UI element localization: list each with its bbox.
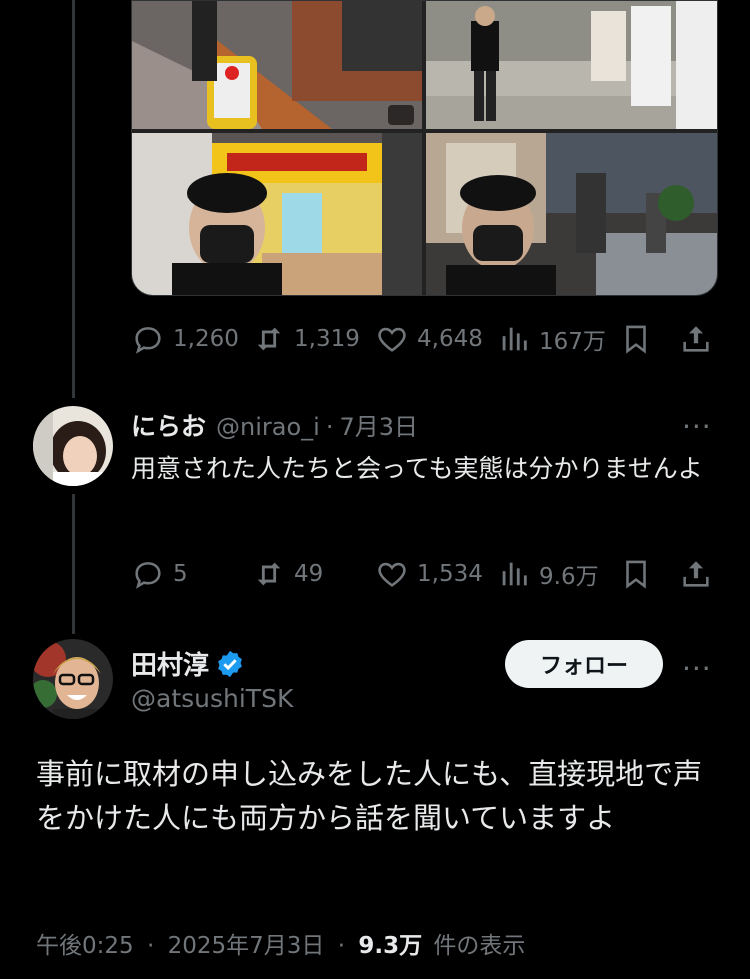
reply-button[interactable]: 5 (131, 557, 188, 591)
thread-line-top (72, 0, 75, 398)
post-date[interactable]: 7月3日 (339, 407, 418, 442)
bookmark-icon (626, 325, 646, 354)
like-button[interactable]: 4,648 (375, 322, 483, 356)
share-button[interactable] (679, 557, 713, 591)
reply-icon (135, 327, 161, 354)
views-icon (502, 562, 527, 586)
like-icon (378, 562, 406, 587)
reply-count: 5 (173, 561, 188, 587)
reply-text: 用意された人たちと会っても実態は分かりませんよ (131, 454, 703, 483)
avatar[interactable] (33, 639, 113, 719)
views-icon (502, 327, 527, 351)
media-photo-night[interactable] (426, 133, 717, 295)
post-time[interactable]: 午後0:25 (36, 933, 134, 959)
repost-icon (257, 327, 281, 351)
more-icon[interactable]: ··· (682, 410, 712, 443)
like-button[interactable]: 1,534 (375, 557, 483, 591)
like-count: 4,648 (417, 326, 483, 352)
post-text: 事前に取材の申し込みをした人にも、直接現地で声をかけた人にも両方から話を聞いてい… (36, 757, 703, 835)
reply-button[interactable]: 1,260 (131, 322, 239, 356)
share-button[interactable] (679, 322, 713, 356)
display-name[interactable]: 田村淳 (131, 645, 209, 682)
repost-button[interactable]: 49 (252, 557, 323, 591)
separator: · (337, 933, 346, 959)
reply-header: にらお @nirao_i · 7月3日 (131, 407, 418, 443)
views-count: 167万 (539, 329, 606, 355)
separator: · (146, 933, 155, 959)
separator: · (325, 413, 334, 441)
views-label: 件の表示 (433, 933, 526, 959)
like-count: 1,534 (417, 561, 483, 587)
share-icon (683, 326, 709, 352)
bookmark-button[interactable] (619, 322, 653, 356)
thread-line-middle (72, 494, 75, 634)
views-count: 9.6万 (539, 564, 599, 590)
handle[interactable]: @atsushiTSK (131, 684, 293, 713)
display-name[interactable]: にらお (131, 407, 206, 443)
repost-icon (257, 562, 281, 586)
media-photo-street[interactable] (132, 1, 422, 129)
repost-count: 1,319 (294, 326, 360, 352)
handle[interactable]: @nirao_i (216, 413, 320, 441)
bookmark-icon (626, 560, 646, 589)
reply-count: 1,260 (173, 326, 239, 352)
like-icon (378, 327, 406, 352)
post-date[interactable]: 2025年7月3日 (168, 933, 325, 959)
media-photo-people[interactable] (426, 1, 717, 129)
more-icon[interactable]: ··· (682, 652, 712, 685)
repost-count: 49 (294, 561, 324, 587)
alt-badge[interactable] (388, 105, 414, 125)
repost-button[interactable]: 1,319 (252, 322, 360, 356)
views-button[interactable]: 167万 (497, 322, 606, 356)
share-icon (683, 561, 709, 587)
follow-button[interactable]: フォロー (505, 640, 663, 688)
bookmark-button[interactable] (619, 557, 653, 591)
reply-icon (135, 562, 161, 589)
post-footer: 午後0:25 · 2025年7月3日 · 9.3万 件の表示 (36, 926, 525, 960)
views-button[interactable]: 9.6万 (497, 557, 599, 591)
media-photo-storefront[interactable] (132, 133, 422, 295)
avatar[interactable] (33, 406, 113, 486)
views-count: 9.3万 (358, 933, 423, 959)
author-name-row: 田村淳 (131, 645, 245, 682)
verified-badge-icon (218, 650, 242, 677)
media-grid (131, 0, 718, 296)
